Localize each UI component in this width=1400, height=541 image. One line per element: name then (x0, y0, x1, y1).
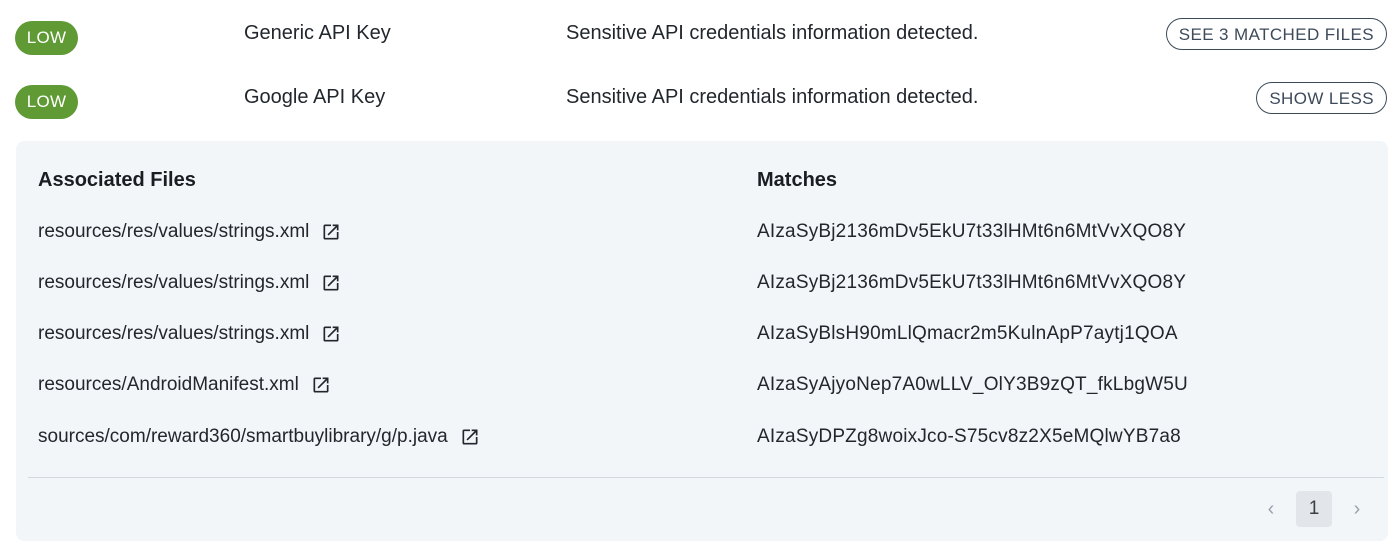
chevron-left-icon[interactable]: ‹ (1260, 495, 1282, 523)
match-value: AIzaSyBlsH90mLlQmacr2m5KulnApP7aytj1QOA (757, 323, 1178, 344)
file-link[interactable]: resources/res/values/strings.xml (38, 221, 341, 243)
table-row: resources/res/values/strings.xml AIzaSyB… (16, 221, 1388, 261)
matched-files-panel: Associated Files Matches resources/res/v… (16, 141, 1388, 541)
severity-badge: LOW (15, 85, 78, 119)
file-link[interactable]: resources/res/values/strings.xml (38, 272, 341, 294)
external-link-icon[interactable] (311, 375, 331, 395)
external-link-icon[interactable] (321, 324, 341, 344)
show-less-button[interactable]: SHOW LESS (1256, 82, 1387, 114)
table-row: resources/AndroidManifest.xml AIzaSyAjyo… (16, 374, 1388, 414)
file-path: sources/com/reward360/smartbuylibrary/g/… (38, 426, 448, 447)
finding-row: LOW Google API Key Sensitive API credent… (0, 70, 1400, 134)
match-value: AIzaSyBj2136mDv5EkU7t33lHMt6n6MtVvXQO8Y (757, 221, 1187, 242)
file-link[interactable]: resources/res/values/strings.xml (38, 323, 341, 345)
finding-name: Generic API Key (244, 22, 391, 44)
pagination: ‹ 1 › (1260, 491, 1368, 527)
external-link-icon[interactable] (321, 273, 341, 293)
associated-files-header: Associated Files (38, 169, 196, 191)
file-link[interactable]: sources/com/reward360/smartbuylibrary/g/… (38, 426, 480, 448)
file-path: resources/res/values/strings.xml (38, 221, 310, 242)
file-link[interactable]: resources/AndroidManifest.xml (38, 374, 331, 396)
finding-name: Google API Key (244, 86, 386, 108)
file-path: resources/res/values/strings.xml (38, 272, 310, 293)
see-matched-files-button[interactable]: SEE 3 MATCHED FILES (1165, 18, 1387, 50)
divider (28, 477, 1384, 478)
external-link-icon[interactable] (460, 427, 480, 447)
table-row: resources/res/values/strings.xml AIzaSyB… (16, 272, 1388, 312)
finding-description: Sensitive API credentials information de… (566, 22, 979, 44)
table-row: resources/res/values/strings.xml AIzaSyB… (16, 323, 1388, 363)
table-row: sources/com/reward360/smartbuylibrary/g/… (16, 426, 1388, 466)
file-path: resources/res/values/strings.xml (38, 323, 310, 344)
chevron-right-icon[interactable]: › (1346, 495, 1368, 523)
finding-description: Sensitive API credentials information de… (566, 86, 979, 108)
external-link-icon[interactable] (321, 222, 341, 242)
match-value: AIzaSyAjyoNep7A0wLLV_OlY3B9zQT_fkLbgW5U (757, 374, 1188, 395)
page-button-current[interactable]: 1 (1296, 491, 1332, 527)
match-value: AIzaSyBj2136mDv5EkU7t33lHMt6n6MtVvXQO8Y (757, 272, 1187, 293)
severity-badge: LOW (15, 21, 78, 55)
file-path: resources/AndroidManifest.xml (38, 374, 299, 395)
match-value: AIzaSyDPZg8woixJco-S75cv8z2X5eMQlwYB7a8 (757, 426, 1181, 447)
finding-row: LOW Generic API Key Sensitive API creden… (0, 6, 1400, 70)
matches-header: Matches (757, 169, 838, 191)
